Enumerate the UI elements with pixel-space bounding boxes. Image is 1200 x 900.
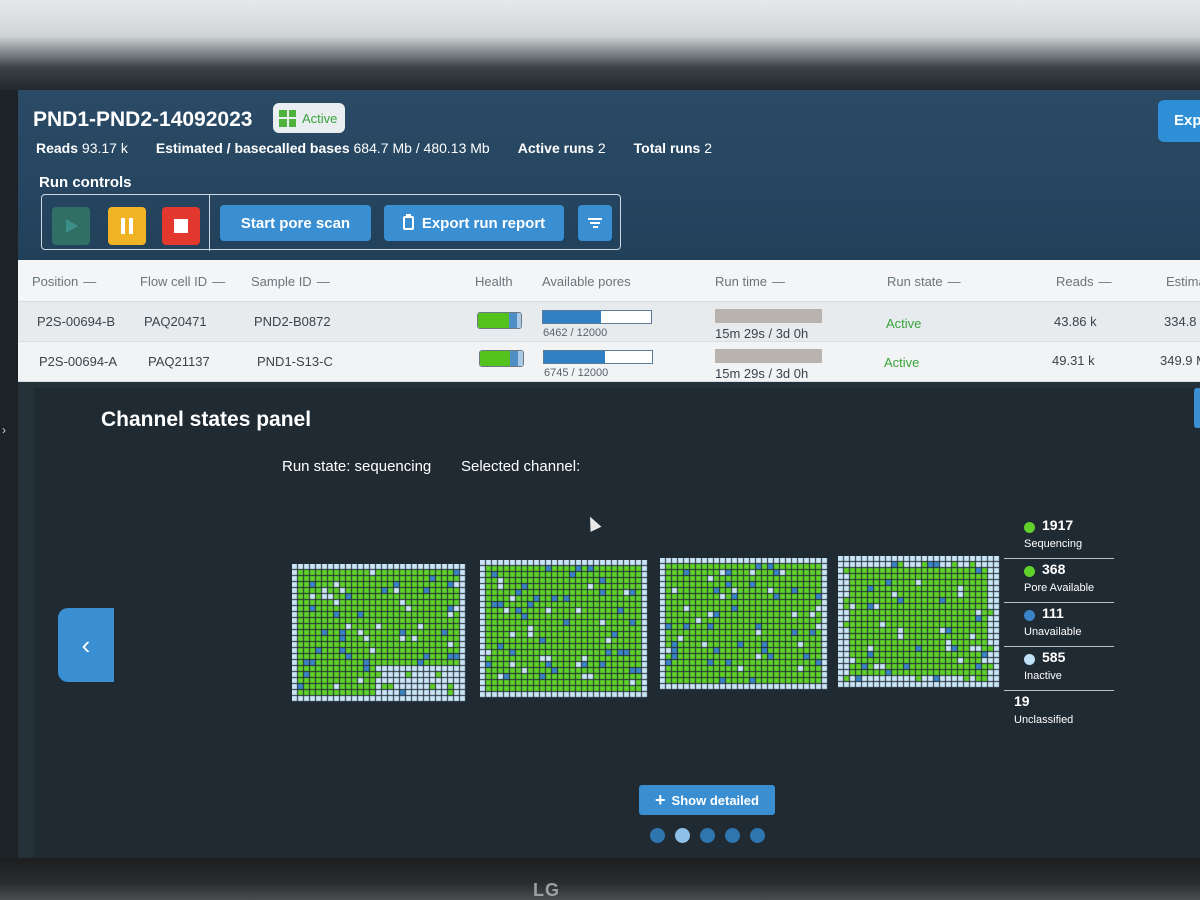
page-dot[interactable] (675, 828, 690, 843)
active-grid-icon (279, 109, 296, 127)
pore-block-3[interactable] (660, 558, 828, 694)
available-pores-bar (543, 350, 653, 364)
run-state-value: Active (886, 316, 922, 331)
run-controls-title: Run controls (39, 174, 132, 191)
stat-bases: Estimated / basecalled bases 684.7 Mb / … (155, 140, 490, 156)
edge-chevron-icon: › (2, 423, 6, 437)
legend-inactive: 585 Inactive (1004, 648, 1114, 691)
mouse-cursor-icon (584, 514, 602, 532)
background-wall (0, 0, 1200, 90)
run-state-label: Run state: sequencing (282, 458, 432, 475)
sequencing-dot-icon (1024, 522, 1035, 533)
table-row[interactable]: P2S-00694-A PAQ21137 PND1-S13-C 6745 / 1… (18, 342, 1200, 382)
page-indicator (650, 828, 765, 843)
run-time-value: 15m 29s / 3d 0h (715, 366, 809, 381)
cell-position: P2S-00694-B (37, 314, 116, 329)
status-badge: Active (273, 103, 346, 133)
panel-side-tab[interactable] (1194, 388, 1200, 428)
column-flow-cell-id[interactable]: Flow cell ID — (140, 274, 225, 289)
legend-sequencing: 1917 Sequencing (1004, 516, 1114, 559)
cell-flow-cell-id: PAQ20471 (144, 314, 207, 329)
plus-icon: + (655, 790, 666, 810)
reads-value: 43.86 k (1054, 314, 1097, 329)
run-time-bar (715, 349, 822, 363)
cell-flow-cell-id: PAQ21137 (148, 354, 210, 369)
legend-pore-available: 368 Pore Available (1004, 560, 1114, 603)
run-controls-bar: Start pore scan Export run report (41, 194, 621, 251)
previous-panel-button[interactable]: ‹ (58, 608, 114, 682)
pore-block-4[interactable] (838, 556, 1004, 690)
column-position[interactable]: Position — (32, 274, 96, 289)
pause-button[interactable] (108, 207, 146, 245)
chevron-left-icon: ‹ (81, 629, 91, 660)
estimated-value: 349.9 M (1160, 353, 1200, 368)
run-time-bar (715, 309, 822, 323)
run-state-value: Active (884, 355, 920, 370)
run-time-value: 15m 29s / 3d 0h (715, 326, 809, 341)
column-run-state[interactable]: Run state — (887, 274, 961, 289)
clipboard-icon (402, 214, 414, 230)
page-dot[interactable] (700, 828, 715, 843)
column-health: Health (475, 274, 513, 289)
play-button[interactable] (52, 207, 90, 245)
pore-block-1[interactable] (292, 564, 468, 702)
channel-legend: 1917 Sequencing 368 Pore Available 111 U… (1004, 516, 1114, 736)
inactive-dot-icon (1024, 654, 1035, 665)
runs-table: Position — Flow cell ID — Sample ID — Healt… (18, 260, 1200, 552)
filter-button[interactable] (578, 205, 612, 241)
page-dot[interactable] (650, 828, 665, 843)
legend-unavailable: 111 Unavailable (1004, 604, 1114, 647)
channel-states-panel: Channel states panel Run state: sequenci… (34, 388, 1200, 858)
app-window: PND1-PND2-14092023 Active Exp Reads 93.1… (18, 90, 1200, 858)
stop-button[interactable] (162, 207, 200, 245)
cell-position: P2S-00694-A (39, 354, 118, 369)
start-pore-scan-button[interactable]: Start pore scan (220, 205, 371, 241)
column-reads[interactable]: Reads — (1056, 274, 1112, 289)
export-run-report-button[interactable]: Export run report (384, 205, 564, 241)
cell-sample-id: PND1-S13-C (257, 354, 333, 369)
estimated-value: 334.8 (1164, 314, 1197, 329)
table-header: Position — Flow cell ID — Sample ID — Healt… (18, 260, 1200, 302)
available-pores-count: 6745 / 12000 (544, 367, 609, 379)
page-dot[interactable] (725, 828, 740, 843)
pore-available-dot-icon (1024, 566, 1035, 577)
table-row[interactable]: P2S-00694-B PAQ20471 PND2-B0872 6462 / 1… (18, 302, 1200, 342)
column-run-time[interactable]: Run time — (715, 274, 785, 289)
pore-block-2[interactable] (480, 560, 648, 698)
side-edge: › (0, 90, 18, 858)
stat-reads: Reads 93.17 k (36, 140, 128, 156)
filter-icon (588, 218, 602, 228)
column-available-pores: Available pores (542, 274, 631, 289)
health-bar (479, 350, 524, 367)
experiment-stats: Reads 93.17 k Estimated / basecalled bas… (36, 140, 712, 156)
available-pores-count: 6462 / 12000 (543, 327, 608, 339)
column-sample-id[interactable]: Sample ID — (251, 274, 330, 289)
available-pores-bar (542, 310, 652, 324)
selected-channel-label: Selected channel: (461, 458, 581, 475)
status-label: Active (302, 110, 338, 126)
page-dot[interactable] (750, 828, 765, 843)
column-estimated: Estima (1166, 274, 1200, 289)
monitor-brand-logo: LG (533, 880, 560, 900)
export-button[interactable]: Exp (1158, 100, 1200, 142)
panel-title: Channel states panel (101, 408, 312, 431)
stat-total-runs: Total runs 2 (633, 140, 712, 156)
experiment-header: PND1-PND2-14092023 Active Exp Reads 93.1… (18, 90, 1200, 260)
reads-value: 49.31 k (1052, 353, 1095, 368)
legend-unclassified: 19 Unclassified (1014, 693, 1074, 726)
monitor-bezel (0, 858, 1200, 900)
cell-sample-id: PND2-B0872 (254, 314, 331, 329)
show-detailed-button[interactable]: + Show detailed (639, 785, 775, 815)
stat-active-runs: Active runs 2 (517, 140, 606, 156)
unavailable-dot-icon (1024, 610, 1035, 621)
controls-divider (209, 195, 210, 251)
experiment-title: PND1-PND2-14092023 (33, 108, 253, 131)
health-bar (477, 312, 522, 329)
